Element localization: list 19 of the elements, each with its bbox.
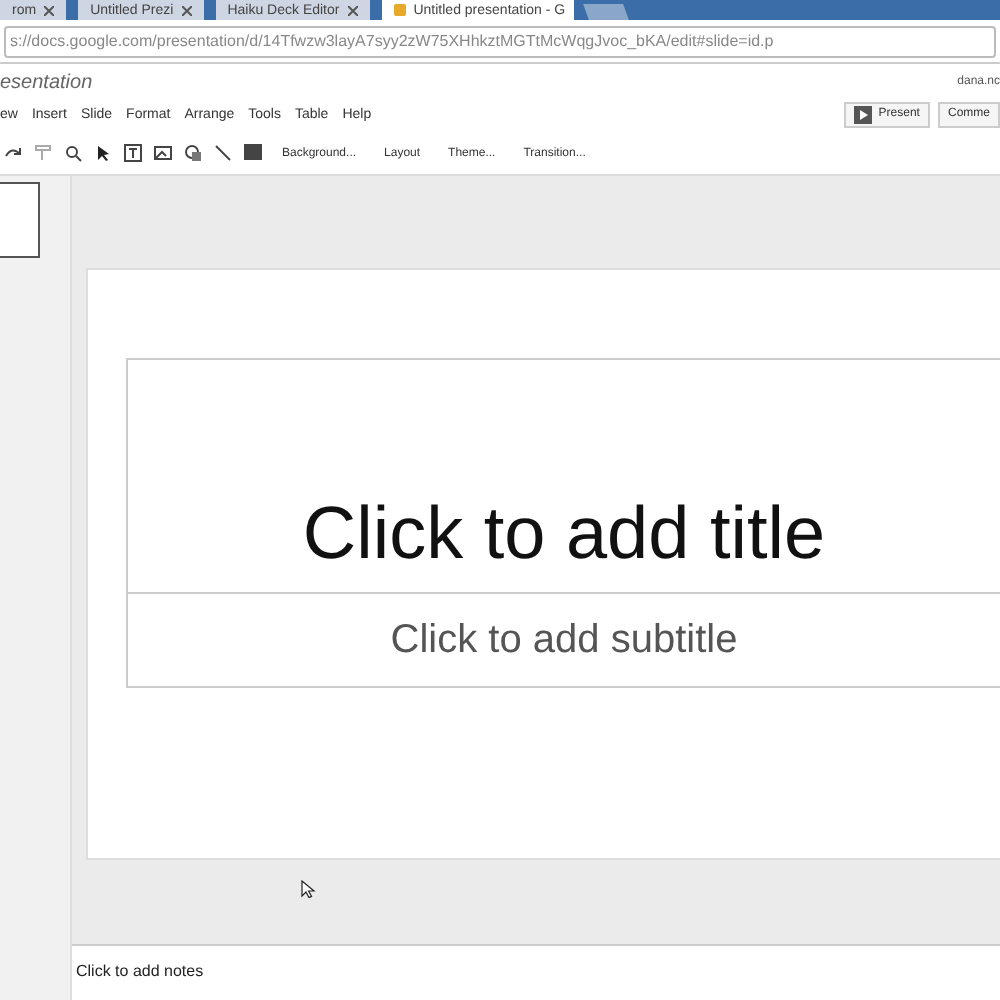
redo-icon[interactable] <box>4 144 22 162</box>
slide-thumbnail[interactable] <box>0 182 40 258</box>
document-title[interactable]: esentation <box>0 72 93 94</box>
text-box-icon[interactable] <box>124 144 142 162</box>
notes-placeholder[interactable]: Click to add notes <box>72 944 1000 1000</box>
subtitle-placeholder[interactable]: Click to add subtitle <box>126 594 1000 688</box>
image-icon[interactable] <box>154 144 172 162</box>
title-placeholder[interactable]: Click to add title <box>126 358 1000 594</box>
cursor-icon <box>300 880 318 898</box>
address-field[interactable]: s://docs.google.com/presentation/d/14Tfwzw3layA7syy2zW75XHhkztMGTtMcWqgJvoc_bKA/edit#slide=id.p <box>4 25 996 57</box>
close-icon[interactable] <box>44 5 55 15</box>
slides-icon <box>393 4 406 16</box>
play-icon <box>854 105 873 123</box>
close-icon[interactable] <box>181 5 192 15</box>
shape-icon[interactable] <box>184 144 202 162</box>
close-icon[interactable] <box>347 5 358 15</box>
line-icon[interactable] <box>214 144 232 162</box>
zoom-icon[interactable] <box>64 144 82 162</box>
select-icon[interactable] <box>94 144 112 162</box>
